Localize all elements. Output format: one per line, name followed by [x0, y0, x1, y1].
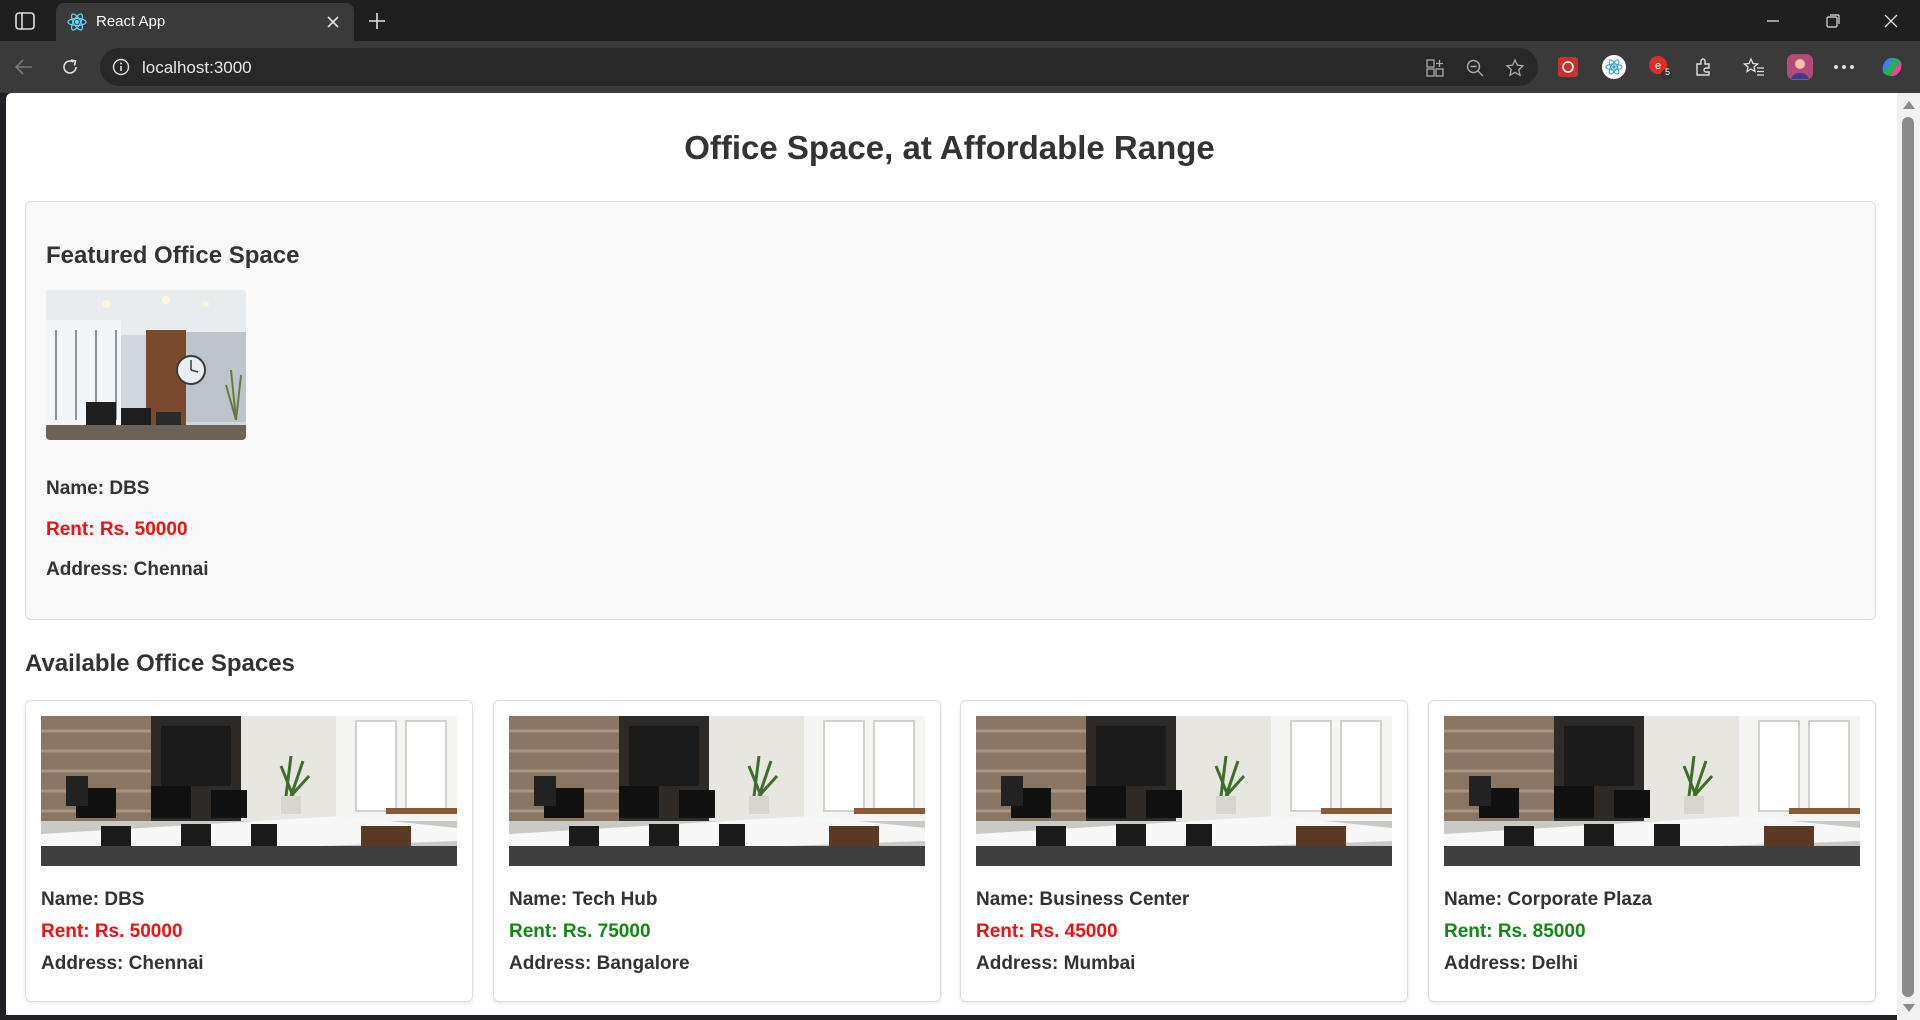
- tab-react-app[interactable]: React App: [56, 3, 354, 41]
- featured-office-section: Featured Office Space Name: DBS Rent: Rs…: [25, 201, 1876, 620]
- office-rent: Rent: Rs. 85000: [1444, 921, 1586, 942]
- minimize-icon[interactable]: [1748, 0, 1798, 41]
- office-rent: Rent: Rs. 50000: [41, 921, 183, 942]
- office-image: [1444, 716, 1860, 866]
- office-address: Address: Chennai: [41, 953, 204, 974]
- office-card-list: Name: DBS Rent: Rs. 50000 Address: Chenn…: [25, 700, 1880, 1002]
- office-card[interactable]: Name: Tech Hub Rent: Rs. 75000 Address: …: [493, 700, 941, 1002]
- page-viewport: Office Space, at Affordable Range Featur…: [6, 93, 1897, 1015]
- sidebar-toggle-icon[interactable]: [8, 6, 42, 36]
- office-rent: Rent: Rs. 75000: [509, 921, 651, 942]
- react-favicon-icon: [66, 11, 88, 33]
- office-rent: Rent: Rs. 45000: [976, 921, 1118, 942]
- office-address: Address: Mumbai: [976, 953, 1136, 974]
- scroll-up-arrow-icon[interactable]: [1903, 101, 1915, 109]
- close-icon[interactable]: [320, 9, 346, 35]
- extension-icon[interactable]: [1690, 53, 1718, 81]
- address-bar[interactable]: localhost:3000: [100, 48, 1538, 86]
- back-icon[interactable]: [8, 51, 40, 83]
- office-card[interactable]: Name: Business Center Rent: Rs. 45000 Ad…: [960, 700, 1408, 1002]
- office-card[interactable]: Name: Corporate Plaza Rent: Rs. 85000 Ad…: [1428, 700, 1876, 1002]
- scrollbar-thumb[interactable]: [1902, 117, 1914, 997]
- url-text[interactable]: localhost:3000: [142, 58, 252, 78]
- office-name: Name: DBS: [41, 889, 145, 910]
- office-address: Address: Delhi: [1444, 953, 1579, 974]
- scroll-down-arrow-icon[interactable]: [1903, 1004, 1915, 1012]
- page-scrollbar[interactable]: [1897, 93, 1920, 1020]
- favorite-star-icon[interactable]: [1502, 55, 1528, 81]
- more-icon[interactable]: [1830, 53, 1858, 81]
- copilot-icon[interactable]: [1878, 53, 1906, 81]
- plus-icon[interactable]: [362, 6, 392, 36]
- profile-avatar[interactable]: [1786, 53, 1814, 81]
- office-image: [509, 716, 925, 866]
- office-name: Name: Tech Hub: [509, 889, 658, 910]
- featured-rent: Rent: Rs. 50000: [46, 519, 188, 540]
- restore-icon[interactable]: [1808, 0, 1858, 41]
- browser-titlebar: React App: [0, 0, 1920, 41]
- office-image: [976, 716, 1392, 866]
- extension-badge-count: 5: [1665, 67, 1671, 77]
- window-close-icon[interactable]: [1866, 0, 1916, 41]
- info-icon[interactable]: [110, 56, 132, 78]
- zoom-out-icon[interactable]: [1462, 55, 1488, 81]
- featured-address: Address: Chennai: [46, 559, 209, 580]
- featured-name: Name: DBS: [46, 478, 150, 499]
- office-name: Name: Corporate Plaza: [1444, 889, 1653, 910]
- featured-heading: Featured Office Space: [46, 242, 300, 269]
- office-card[interactable]: Name: DBS Rent: Rs. 50000 Address: Chenn…: [25, 700, 473, 1002]
- office-address: Address: Bangalore: [509, 953, 690, 974]
- favorites-icon[interactable]: [1740, 53, 1768, 81]
- featured-office-image: [46, 290, 246, 440]
- available-heading: Available Office Spaces: [25, 650, 295, 677]
- svg-text:e: e: [1655, 60, 1661, 72]
- extension-badge-icon[interactable]: e 5: [1646, 53, 1674, 81]
- extension-red-icon[interactable]: [1554, 53, 1582, 81]
- reload-icon[interactable]: [54, 51, 86, 83]
- tab-title: React App: [96, 13, 166, 30]
- react-devtools-icon[interactable]: [1600, 53, 1628, 81]
- office-image: [41, 716, 457, 866]
- app-install-icon[interactable]: [1422, 55, 1448, 81]
- page-title: Office Space, at Affordable Range: [684, 129, 1215, 166]
- office-name: Name: Business Center: [976, 889, 1190, 910]
- browser-toolbar: localhost:3000 e 5: [0, 41, 1920, 93]
